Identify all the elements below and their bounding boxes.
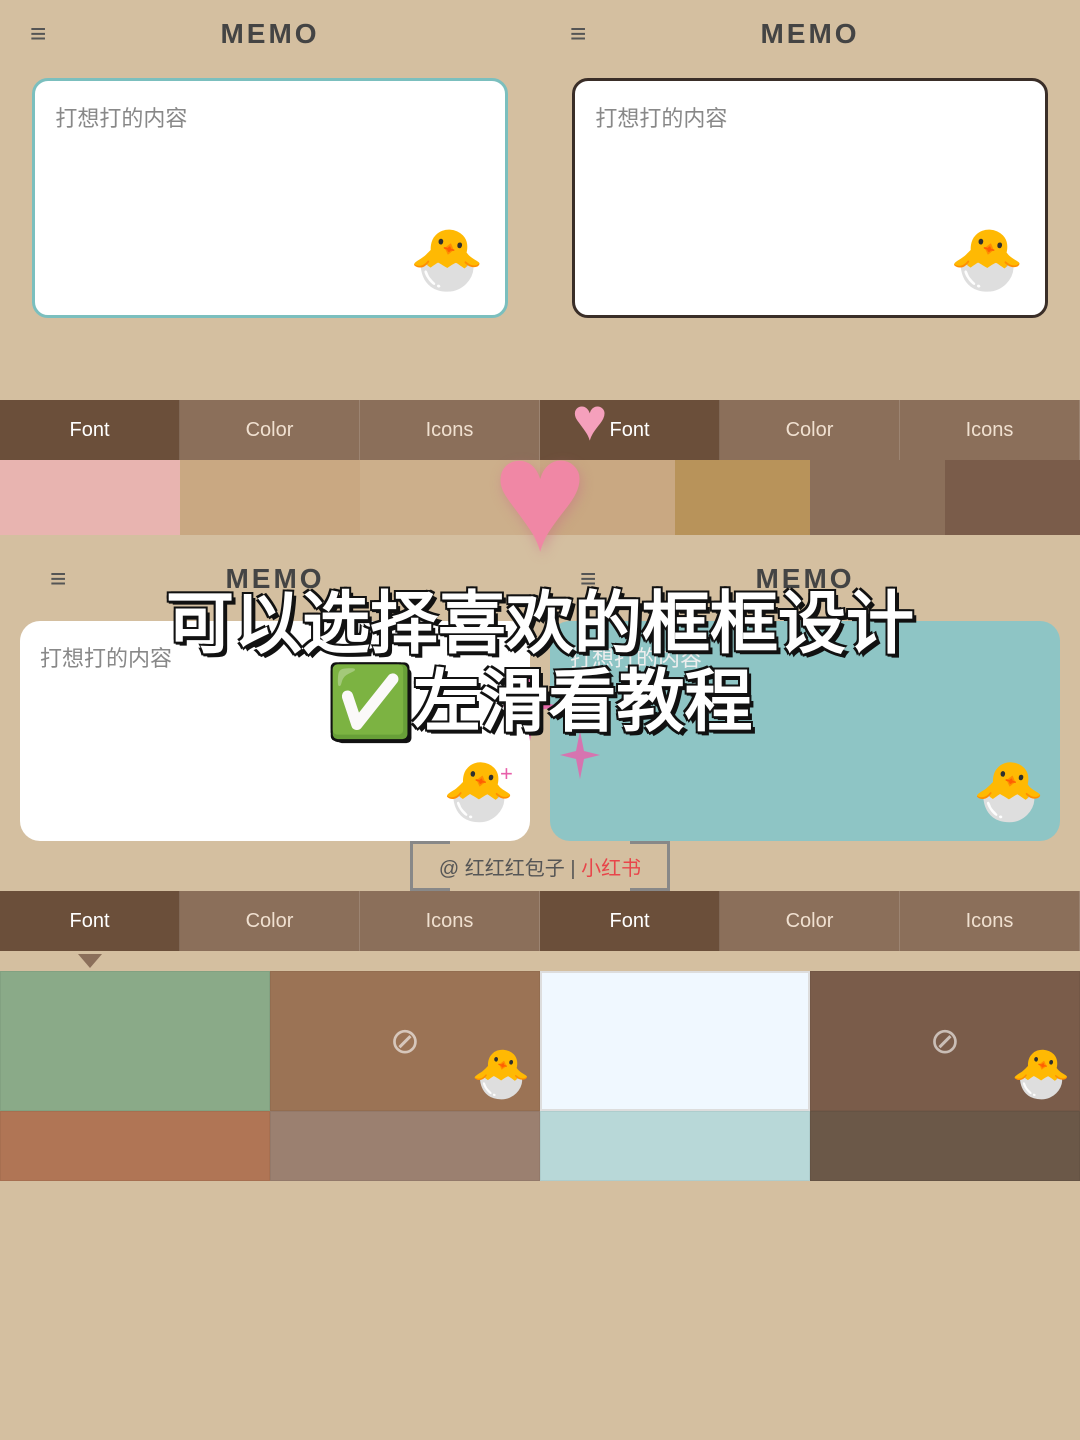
left-app-title: MEMO [220,18,319,50]
btab-left-icons[interactable]: Icons [360,891,540,951]
left-memo-placeholder: 打想打的内容 [55,106,187,131]
swatch-brown-duck[interactable]: ⊘ 🐣 [270,971,540,1111]
right-app-title: MEMO [760,18,859,50]
svg-text:+: + [570,686,583,711]
swatch-duck-icon2: 🐣 [1011,1045,1071,1102]
btab-right-font[interactable]: Font [540,891,720,951]
arrow-down-left [78,954,102,968]
color-row-1 [0,460,1080,535]
swatch-duck-icon1: 🐣 [471,1045,531,1102]
watermark-prefix: @ 红红红包子 [439,858,565,880]
btab-right-color[interactable]: Color [720,891,900,951]
swatch-dark-taupe[interactable] [810,1111,1080,1181]
right-tab-section: Font Color Icons [540,400,1080,460]
spacer1 [180,951,1080,971]
btab-left-font[interactable]: Font [0,891,180,951]
watermark-separator: | [570,858,581,880]
right-memo-placeholder: 打想打的内容 [595,106,727,131]
left-duck-icon: 🐣 [410,224,485,295]
swatch-pink[interactable] [0,460,180,535]
watermark: @ 红红红包子 | 小红书 [439,852,641,881]
bottom-right-card[interactable]: 打想打的内容 🐣 [550,621,1060,841]
swatch-white[interactable] [540,971,810,1111]
bottom-right-header: ≡ MEMO [550,545,1060,613]
swatch-r1[interactable] [540,460,675,535]
swatch-taupe[interactable] [270,1111,540,1181]
swatch-light-teal[interactable] [540,1111,810,1181]
bottom-right-tabs: Font Color Icons [540,891,1080,951]
left-tab-color[interactable]: Color [180,400,360,460]
left-font-arrow [0,951,180,971]
bottom-left-header: ≡ MEMO [20,545,530,613]
watermark-brand: 小红书 [581,858,641,880]
middle-section: ♥ ♥ ≡ MEMO 打想打的内容 🐣 + + [0,535,1080,891]
top-tab-bar: Font Color Icons Font Color Icons [0,400,1080,460]
swatch-tan[interactable] [180,460,360,535]
right-menu-icon[interactable]: ≡ [570,18,586,50]
left-memo-card[interactable]: 打想打的内容 🐣 [32,78,507,318]
top-section: ≡ MEMO 打想打的内容 🐣 ≡ MEMO 打想打的内容 🐣 [0,0,1080,400]
svg-text:+: + [500,761,513,786]
bottom-right-menu-icon[interactable]: ≡ [580,563,596,595]
btab-left-color[interactable]: Color [180,891,360,951]
bottom-left-menu-icon[interactable]: ≡ [50,563,66,595]
no-entry-icon1: ⊘ [390,1020,420,1062]
right-memo-card[interactable]: 打想打的内容 🐣 [572,78,1047,318]
right-tab-icons[interactable]: Icons [900,400,1080,460]
right-tab-font[interactable]: Font [540,400,720,460]
swatch-medium-brown[interactable] [0,1111,270,1181]
left-app-panel: ≡ MEMO 打想打的内容 🐣 [0,0,540,400]
right-tab-color[interactable]: Color [720,400,900,460]
swatch-r2[interactable] [675,460,810,535]
left-app-header: ≡ MEMO [0,0,540,68]
tab-arrows [0,951,1080,971]
swatch-green[interactable] [0,971,270,1111]
left-tab-font[interactable]: Font [0,400,180,460]
bottom-right-title: MEMO [755,563,854,595]
bottom-right-duck: 🐣 [973,758,1045,826]
right-color-swatches [540,460,1080,535]
sparkle-decoration: + + [480,651,620,816]
watermark-area: @ 红红红包子 | 小红书 [0,841,1080,891]
right-duck-icon: 🐣 [950,224,1025,295]
bottom-swatches-grid: ⊘ 🐣 ⊘ 🐣 [0,971,1080,1181]
btab-right-icons[interactable]: Icons [900,891,1080,951]
bottom-left-title: MEMO [225,563,324,595]
right-app-panel: ≡ MEMO 打想打的内容 🐣 [540,0,1080,400]
bottom-left-panel: ≡ MEMO 打想打的内容 🐣 + + [20,545,540,841]
bottom-tab-bar: Font Color Icons Font Color Icons [0,891,1080,951]
bottom-left-tabs: Font Color Icons [0,891,540,951]
left-menu-icon[interactable]: ≡ [30,18,46,50]
left-tab-icons[interactable]: Icons [360,400,540,460]
no-entry-icon2: ⊘ [930,1020,960,1062]
bottom-app-row: ≡ MEMO 打想打的内容 🐣 + + ≡ [0,535,1080,841]
swatch-r4[interactable] [945,460,1080,535]
left-color-swatches [0,460,540,535]
swatch-dark-brown-duck[interactable]: ⊘ 🐣 [810,971,1080,1111]
right-app-header: ≡ MEMO [540,0,1080,68]
swatch-r3[interactable] [810,460,945,535]
left-tab-section: Font Color Icons [0,400,540,460]
bottom-left-card[interactable]: 打想打的内容 🐣 + + [20,621,530,841]
bottom-left-placeholder: 打想打的内容 [40,646,172,671]
swatch-tan2[interactable] [360,460,540,535]
